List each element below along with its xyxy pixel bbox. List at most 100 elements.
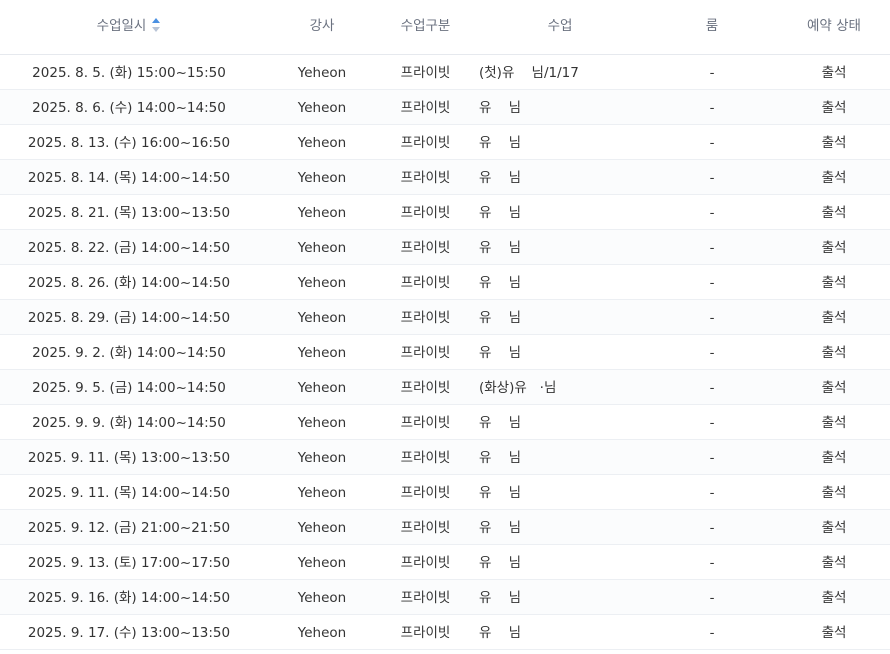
cell-date: 2025. 9. 2. (화) 14:00~14:50 <box>32 345 226 361</box>
cell-room: - <box>709 520 715 536</box>
cell-room: - <box>709 240 715 256</box>
table-row[interactable]: 2025. 8. 5. (화) 15:00~15:50 Yeheon 프라이빗 (첫)… <box>0 55 890 90</box>
cell-date: 2025. 8. 14. (목) 14:00~14:50 <box>27 170 231 186</box>
cell-room: - <box>709 555 715 571</box>
cell-room: - <box>709 205 715 221</box>
cell-room: - <box>709 310 715 326</box>
cell-class-type: 프라이빗 <box>400 65 451 81</box>
cell-status: 출석 <box>821 485 847 501</box>
cell-class-type: 프라이빗 <box>400 380 451 396</box>
cell-date: 2025. 9. 5. (금) 14:00~14:50 <box>32 380 226 396</box>
cell-date: 2025. 8. 29. (금) 14:00~14:50 <box>27 310 231 326</box>
cell-instructor: Yeheon <box>297 240 347 256</box>
table-row[interactable]: 2025. 9. 9. (화) 14:00~14:50 Yeheon 프라이빗 유 님… <box>0 405 890 440</box>
cell-status: 출석 <box>821 625 847 641</box>
cell-date: 2025. 8. 5. (화) 15:00~15:50 <box>32 65 226 81</box>
cell-class-type: 프라이빗 <box>400 555 451 571</box>
cell-status: 출석 <box>821 380 847 396</box>
cell-class-type: 프라이빗 <box>400 345 451 361</box>
cell-class-type: 프라이빗 <box>400 100 451 116</box>
cell-room: - <box>709 135 715 151</box>
cell-class: 유 님 <box>479 555 522 571</box>
column-header-status: 예약 상태 <box>807 18 861 34</box>
cell-status: 출석 <box>821 100 847 116</box>
sort-up-down-icon[interactable] <box>151 17 161 33</box>
cell-class-type: 프라이빗 <box>400 450 451 466</box>
cell-status: 출석 <box>821 450 847 466</box>
cell-instructor: Yeheon <box>297 590 347 606</box>
table-row[interactable]: 2025. 8. 6. (수) 14:00~14:50 Yeheon 프라이빗 유 님… <box>0 90 890 125</box>
cell-status: 출석 <box>821 310 847 326</box>
cell-class-type: 프라이빗 <box>400 415 451 431</box>
cell-class-type: 프라이빗 <box>400 625 451 641</box>
cell-instructor: Yeheon <box>297 415 347 431</box>
column-header-class-type: 수업구분 <box>400 18 451 34</box>
cell-class: 유 님 <box>479 450 522 466</box>
cell-instructor: Yeheon <box>297 135 347 151</box>
cell-class: 유 님 <box>479 135 522 151</box>
column-header-room: 룸 <box>705 18 719 34</box>
cell-date: 2025. 8. 13. (수) 16:00~16:50 <box>27 135 231 151</box>
cell-date: 2025. 9. 11. (목) 13:00~13:50 <box>27 450 231 466</box>
table-row[interactable]: 2025. 9. 11. (목) 14:00~14:50 Yeheon 프라이빗 유 … <box>0 475 890 510</box>
table-row[interactable]: 2025. 9. 13. (토) 17:00~17:50 Yeheon 프라이빗 유 … <box>0 545 890 580</box>
table-header: 수업일시 강사 수업구분 수업 룸 예약 상태 <box>0 0 890 55</box>
cell-class-type: 프라이빗 <box>400 520 451 536</box>
cell-status: 출석 <box>821 520 847 536</box>
cell-status: 출석 <box>821 555 847 571</box>
cell-class-type: 프라이빗 <box>400 170 451 186</box>
cell-room: - <box>709 485 715 501</box>
table-row[interactable]: 2025. 9. 2. (화) 14:00~14:50 Yeheon 프라이빗 유 님… <box>0 335 890 370</box>
cell-date: 2025. 9. 13. (토) 17:00~17:50 <box>27 555 231 571</box>
cell-date: 2025. 9. 17. (수) 13:00~13:50 <box>27 625 231 641</box>
column-header-class: 수업 <box>547 18 573 34</box>
cell-instructor: Yeheon <box>297 450 347 466</box>
cell-instructor: Yeheon <box>297 520 347 536</box>
cell-status: 출석 <box>821 345 847 361</box>
table-row[interactable]: 2025. 8. 26. (화) 14:00~14:50 Yeheon 프라이빗 유 … <box>0 265 890 300</box>
cell-class-type: 프라이빗 <box>400 590 451 606</box>
column-header-instructor: 강사 <box>309 18 335 34</box>
cell-class: 유 님 <box>479 520 522 536</box>
cell-class: 유 님 <box>479 310 522 326</box>
table-row[interactable]: 2025. 8. 22. (금) 14:00~14:50 Yeheon 프라이빗 유 … <box>0 230 890 265</box>
cell-instructor: Yeheon <box>297 170 347 186</box>
column-header-date[interactable]: 수업일시 <box>0 0 258 55</box>
cell-instructor: Yeheon <box>297 555 347 571</box>
cell-status: 출석 <box>821 170 847 186</box>
cell-room: - <box>709 275 715 291</box>
table-row[interactable]: 2025. 9. 11. (목) 13:00~13:50 Yeheon 프라이빗 유 … <box>0 440 890 475</box>
cell-date: 2025. 8. 6. (수) 14:00~14:50 <box>32 100 226 116</box>
table-row[interactable]: 2025. 8. 13. (수) 16:00~16:50 Yeheon 프라이빗 유 … <box>0 125 890 160</box>
cell-status: 출석 <box>821 275 847 291</box>
cell-instructor: Yeheon <box>297 345 347 361</box>
cell-class: 유 님 <box>479 170 522 186</box>
table-row[interactable]: 2025. 8. 14. (목) 14:00~14:50 Yeheon 프라이빗 유 … <box>0 160 890 195</box>
column-header-date-label: 수업일시 <box>96 18 147 34</box>
cell-class: 유 님 <box>479 205 522 221</box>
cell-class-type: 프라이빗 <box>400 135 451 151</box>
cell-status: 출석 <box>821 205 847 221</box>
table-row[interactable]: 2025. 9. 16. (화) 14:00~14:50 Yeheon 프라이빗 유 … <box>0 580 890 615</box>
table-row[interactable]: 2025. 8. 29. (금) 14:00~14:50 Yeheon 프라이빗 유 … <box>0 300 890 335</box>
cell-status: 출석 <box>821 240 847 256</box>
cell-date: 2025. 9. 9. (화) 14:00~14:50 <box>32 415 226 431</box>
cell-class: 유 님 <box>479 275 522 291</box>
cell-class: (화상)유 ·님 <box>479 380 557 396</box>
cell-instructor: Yeheon <box>297 625 347 641</box>
table-row[interactable]: 2025. 8. 21. (목) 13:00~13:50 Yeheon 프라이빗 유 … <box>0 195 890 230</box>
table-row[interactable]: 2025. 9. 12. (금) 21:00~21:50 Yeheon 프라이빗 유 … <box>0 510 890 545</box>
cell-class-type: 프라이빗 <box>400 275 451 291</box>
cell-instructor: Yeheon <box>297 485 347 501</box>
table-row[interactable]: 2025. 9. 5. (금) 14:00~14:50 Yeheon 프라이빗 (화상… <box>0 370 890 405</box>
table-body: 2025. 8. 5. (화) 15:00~15:50 Yeheon 프라이빗 (첫)… <box>0 55 890 650</box>
cell-status: 출석 <box>821 415 847 431</box>
cell-class: 유 님 <box>479 590 522 606</box>
cell-class: 유 님 <box>479 100 522 116</box>
cell-class-type: 프라이빗 <box>400 310 451 326</box>
cell-date: 2025. 9. 16. (화) 14:00~14:50 <box>27 590 231 606</box>
cell-room: - <box>709 415 715 431</box>
cell-date: 2025. 9. 12. (금) 21:00~21:50 <box>27 520 231 536</box>
cell-class-type: 프라이빗 <box>400 205 451 221</box>
table-row[interactable]: 2025. 9. 17. (수) 13:00~13:50 Yeheon 프라이빗 유 … <box>0 615 890 650</box>
